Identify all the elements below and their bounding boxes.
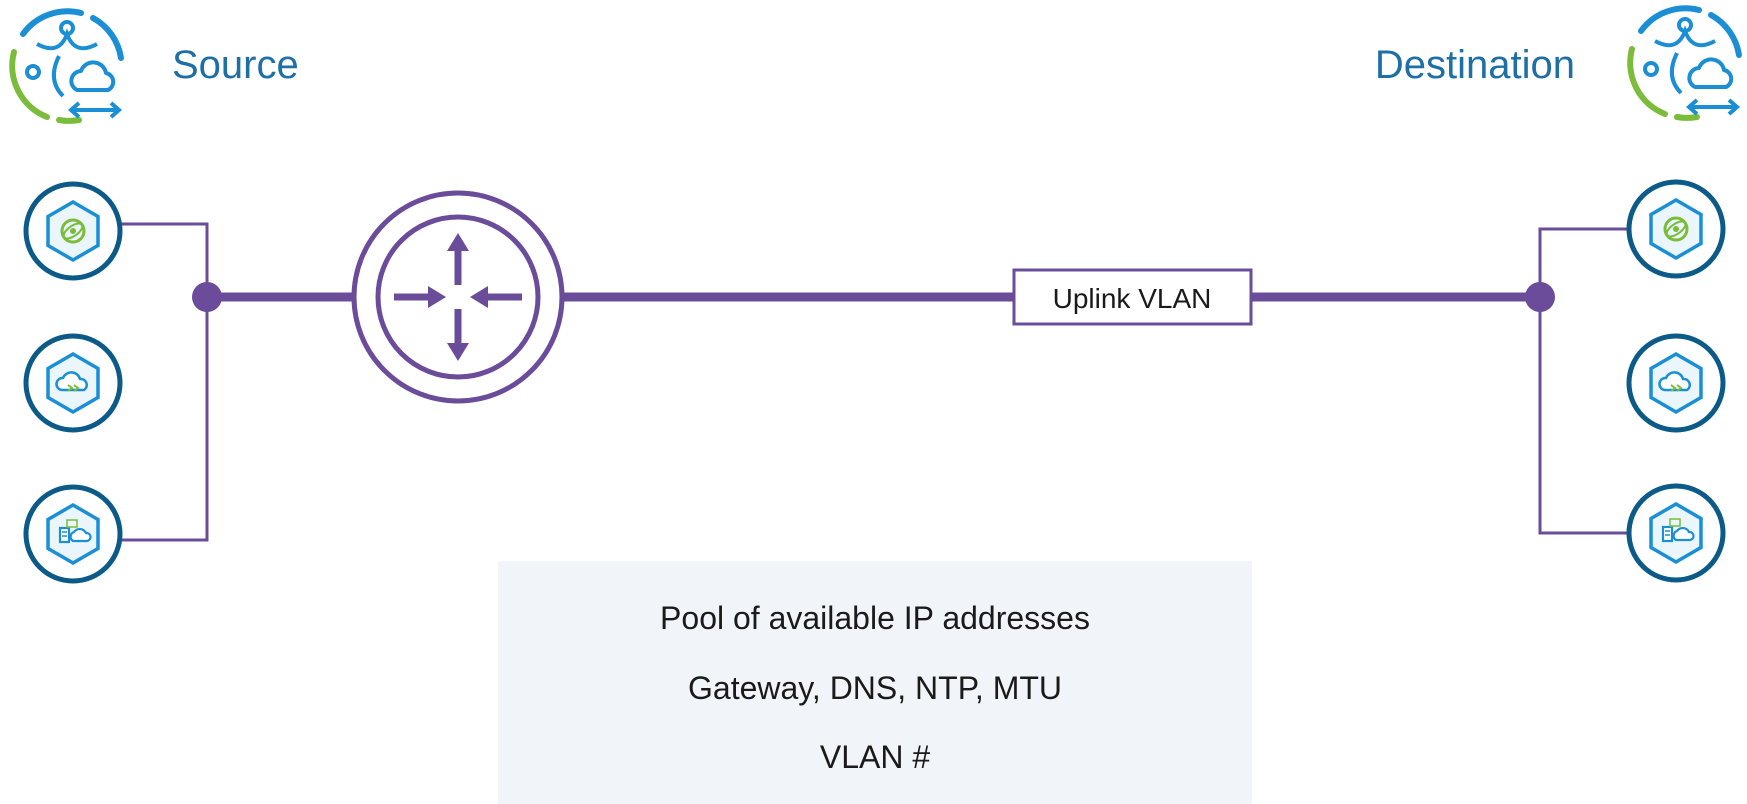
info-line-gateway-dns: Gateway, DNS, NTP, MTU xyxy=(688,670,1062,706)
source-node-globe-icon xyxy=(26,184,120,278)
destination-node-cloud-sync-icon xyxy=(1629,336,1723,430)
source-title: Source xyxy=(172,43,299,87)
source-branch-top xyxy=(110,222,209,297)
destination-node-server-cloud-icon xyxy=(1629,486,1723,580)
router-icon xyxy=(351,190,565,404)
uplink-vlan-label: Uplink VLAN xyxy=(1012,268,1253,326)
uplink-vlan-text: Uplink VLAN xyxy=(1053,283,1212,314)
source-node-server-cloud-icon xyxy=(26,487,120,581)
destination-branch-bottom xyxy=(1538,297,1630,535)
source-junction-dot xyxy=(192,282,222,312)
destination-branch-top xyxy=(1538,227,1630,297)
source-node-cloud-sync-icon xyxy=(26,336,120,430)
destination-title: Destination xyxy=(1374,43,1575,87)
info-line-ip-pool: Pool of available IP addresses xyxy=(660,600,1090,636)
destination-junction-dot xyxy=(1525,282,1555,312)
source-branch-bottom xyxy=(110,297,209,542)
connection-lines xyxy=(110,222,1630,542)
network-requirements-box: Pool of available IP addresses Gateway, … xyxy=(498,561,1252,804)
source-site-logo-icon xyxy=(12,11,121,121)
destination-node-globe-icon xyxy=(1629,182,1723,276)
info-line-vlan-number: VLAN # xyxy=(819,739,931,775)
destination-site-logo-icon xyxy=(1630,8,1739,118)
